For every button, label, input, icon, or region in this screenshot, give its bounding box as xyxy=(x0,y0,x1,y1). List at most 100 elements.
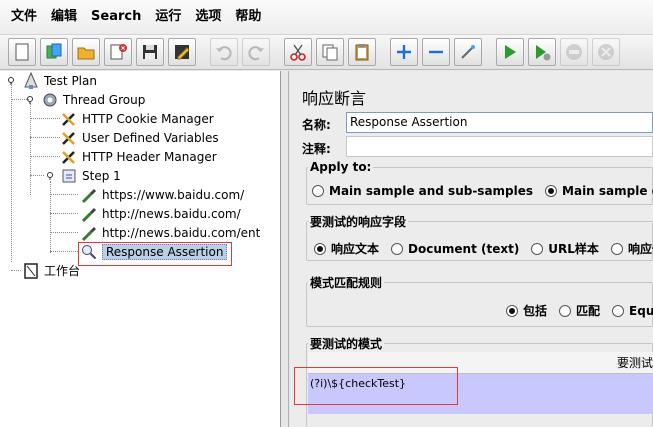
stop-icon xyxy=(566,44,582,60)
radio-document-text[interactable]: Document (text) xyxy=(391,242,519,256)
close-button[interactable] xyxy=(104,38,132,66)
name-label: 名称: xyxy=(302,118,331,132)
new-button[interactable] xyxy=(8,38,36,66)
open-folder-icon xyxy=(77,47,95,60)
highlight-box xyxy=(294,367,458,405)
stop-button[interactable] xyxy=(560,38,588,66)
collapse-button[interactable] xyxy=(422,38,450,66)
templates-button[interactable] xyxy=(40,38,68,66)
column-header-label: 要测试 xyxy=(616,356,653,370)
new-file-icon xyxy=(15,43,29,61)
tree-connector xyxy=(50,232,78,233)
templates-icon xyxy=(46,43,62,59)
save-as-button[interactable] xyxy=(168,38,196,66)
menu-help[interactable]: 帮助 xyxy=(228,0,268,34)
tree-node-sampler-3[interactable]: http://news.baidu.com/ent xyxy=(80,223,260,242)
radio-label: Equ xyxy=(629,303,653,318)
copy-button[interactable] xyxy=(316,38,344,66)
tree-connector xyxy=(30,175,44,176)
menu-edit[interactable]: 编辑 xyxy=(44,0,84,34)
match-rule-legend: 模式匹配规则 xyxy=(308,274,385,291)
shutdown-button[interactable] xyxy=(592,38,620,66)
test-plan-icon xyxy=(22,71,40,90)
pipette-icon xyxy=(80,186,98,204)
edit-save-icon xyxy=(175,45,190,60)
tree-connector xyxy=(30,118,60,119)
start-button[interactable] xyxy=(496,38,524,66)
shutdown-icon xyxy=(598,44,614,60)
radio-main-only[interactable]: Main sample only xyxy=(545,184,653,198)
radio-response-text[interactable]: 响应文本 xyxy=(314,240,379,257)
radio-main-and-sub[interactable]: Main sample and sub-samples xyxy=(312,184,533,198)
menu-run[interactable]: 运行 xyxy=(148,0,188,34)
paste-button[interactable] xyxy=(348,38,376,66)
test-tree: Test Plan Thread Group HTTP Cookie Manag… xyxy=(0,71,281,427)
radio-label: 匹配 xyxy=(576,304,601,318)
tree-node-label: http://news.baidu.com/ent xyxy=(102,225,261,240)
tree-node-label: User Defined Variables xyxy=(82,130,219,145)
radio-label: Main sample only xyxy=(562,184,653,198)
pipette-icon xyxy=(80,205,98,223)
pipette-icon xyxy=(80,224,98,242)
menu-search[interactable]: Search xyxy=(84,0,148,34)
tree-connector xyxy=(50,181,51,253)
undo-icon xyxy=(216,46,232,61)
open-button[interactable] xyxy=(72,38,100,66)
cut-button[interactable] xyxy=(284,38,312,66)
tree-node-label: Step 1 xyxy=(82,168,121,183)
tree-node-thread-group[interactable]: Thread Group xyxy=(41,90,145,109)
radio-response-code[interactable]: 响应代 xyxy=(610,240,653,257)
toggle-button[interactable] xyxy=(454,38,482,66)
gear-icon xyxy=(41,91,59,109)
wrench-icon xyxy=(60,110,78,128)
expand-handle-icon[interactable] xyxy=(45,170,55,180)
radio-contains[interactable]: 包括 xyxy=(506,302,547,319)
highlight-box xyxy=(78,242,232,266)
tree-connector xyxy=(50,194,78,195)
tree-node-step1[interactable]: Step 1 xyxy=(60,166,121,185)
notebook-icon xyxy=(22,262,40,280)
tree-node-sampler-1[interactable]: https://www.baidu.com/ xyxy=(80,185,244,204)
close-file-icon xyxy=(110,44,127,60)
tree-node-user-variables[interactable]: User Defined Variables xyxy=(60,128,219,147)
start-no-pause-button[interactable] xyxy=(528,38,556,66)
controller-icon xyxy=(60,167,78,185)
expand-button[interactable] xyxy=(390,38,418,66)
tree-node-label: Test Plan xyxy=(44,73,97,88)
name-field[interactable]: Response Assertion xyxy=(346,112,653,133)
tree-connector xyxy=(50,213,78,214)
apply-to-legend: Apply to: xyxy=(308,160,374,174)
radio-label: 响应代 xyxy=(627,242,653,256)
radio-matches[interactable]: 匹配 xyxy=(559,302,600,319)
play-icon xyxy=(505,45,516,59)
wrench-icon xyxy=(60,148,78,166)
undo-button[interactable] xyxy=(210,38,238,66)
menu-options[interactable]: 选项 xyxy=(188,0,228,34)
expand-handle-icon[interactable] xyxy=(6,75,16,85)
tree-connector xyxy=(11,82,12,262)
redo-button[interactable] xyxy=(242,38,270,66)
wrench-icon xyxy=(60,129,78,147)
tree-node-test-plan[interactable]: Test Plan xyxy=(22,71,97,90)
comment-label: 注释: xyxy=(302,142,331,156)
response-field-legend: 要测试的响应字段 xyxy=(308,213,409,230)
menu-bar: 文件 编辑 Search 运行 选项 帮助 xyxy=(0,0,653,34)
pane-splitter[interactable] xyxy=(281,71,289,427)
match-rule-options: 包括 匹配 Equ xyxy=(506,302,653,319)
tree-node-label: HTTP Cookie Manager xyxy=(82,111,214,126)
expand-handle-icon[interactable] xyxy=(25,94,35,104)
toolbar xyxy=(0,34,653,70)
menu-file[interactable]: 文件 xyxy=(4,0,44,34)
radio-label: URL样本 xyxy=(548,242,599,256)
tree-connector xyxy=(30,137,60,138)
tree-node-sampler-2[interactable]: http://news.baidu.com/ xyxy=(80,204,241,223)
save-button[interactable] xyxy=(136,38,164,66)
radio-url-sample[interactable]: URL样本 xyxy=(531,240,599,257)
radio-label: 包括 xyxy=(523,304,548,318)
tree-node-header-manager[interactable]: HTTP Header Manager xyxy=(60,147,217,166)
patterns-legend: 要测试的模式 xyxy=(308,335,385,352)
radio-equals[interactable]: Equ xyxy=(612,304,653,318)
comment-field[interactable] xyxy=(346,136,653,157)
tree-node-cookie-manager[interactable]: HTTP Cookie Manager xyxy=(60,109,214,128)
tree-node-workbench[interactable]: 工作台 xyxy=(22,261,80,280)
